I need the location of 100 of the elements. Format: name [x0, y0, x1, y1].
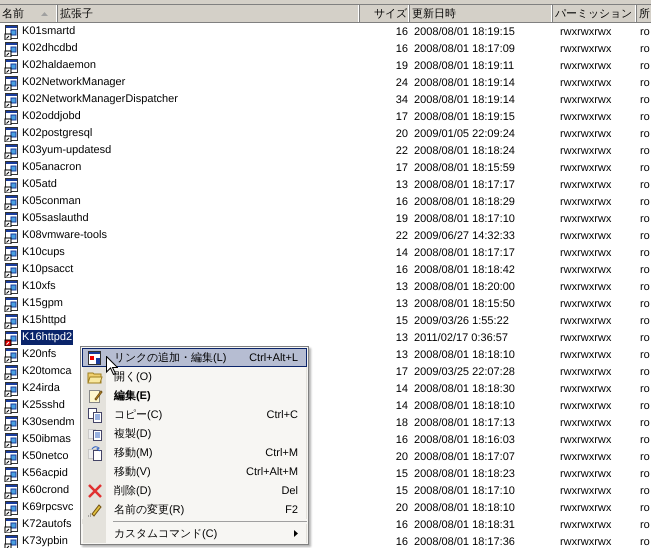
- file-name[interactable]: K03yum-updatesd: [21, 143, 112, 158]
- file-name[interactable]: K50netco: [21, 449, 70, 464]
- modified-cell-text: 2009/01/05 22:09:24: [413, 128, 516, 140]
- modified-cell-text: 2008/08/01 18:17:13: [413, 416, 516, 428]
- owner-cell-text: ro: [639, 348, 651, 360]
- modified-cell-text: 2008/08/01 18:17:36: [413, 536, 516, 548]
- owner-cell-text: ro: [639, 536, 651, 548]
- owner-cell-text: ro: [639, 94, 651, 106]
- column-header[interactable]: 更新日時: [410, 5, 553, 22]
- size-cell-text: 15: [394, 314, 409, 326]
- menu-item[interactable]: 編集(E): [82, 386, 307, 405]
- shortcut-label: Ctrl+C: [266, 408, 298, 420]
- owner-cell-text: ro: [639, 144, 651, 156]
- file-name[interactable]: K10psacct: [21, 262, 74, 277]
- permission-cell-text: rwxrwxrwx: [559, 382, 612, 394]
- size-cell-text: 16: [394, 264, 409, 276]
- owner-cell-text: ro: [639, 264, 651, 276]
- file-name[interactable]: K60crond: [21, 483, 70, 498]
- modified-cell-text: 2008/08/01 18:19:15: [413, 110, 516, 122]
- file-name[interactable]: K69rpcsvc: [21, 500, 74, 515]
- owner-cell-text: ro: [639, 178, 651, 190]
- column-header[interactable]: 拡張子: [58, 5, 360, 22]
- menu-item[interactable]: 移動(V) Ctrl+Alt+M: [82, 462, 307, 481]
- column-header[interactable]: パーミッション: [553, 5, 637, 22]
- modified-cell-text: 2008/08/01 18:18:31: [413, 518, 516, 530]
- permission-cell-text: rwxrwxrwx: [559, 400, 612, 412]
- permission-cell-text: rwxrwxrwx: [559, 42, 612, 54]
- owner-cell-text: ro: [639, 280, 651, 292]
- menu-item[interactable]: 開く(O): [82, 367, 307, 386]
- menu-item[interactable]: 移動(M) Ctrl+M: [82, 443, 307, 462]
- file-name[interactable]: K02NetworkManager: [21, 75, 126, 90]
- size-cell-text: 13: [394, 298, 409, 310]
- modified-cell-text: 2008/08/01 18:18:10: [413, 400, 516, 412]
- owner-cell-text: ro: [639, 434, 651, 446]
- copy-icon: [87, 406, 103, 422]
- file-name[interactable]: K05conman: [21, 194, 82, 209]
- owner-cell-text: ro: [639, 518, 651, 530]
- file-name[interactable]: K10xfs: [21, 279, 57, 294]
- modified-cell-text: 2008/08/01 18:18:24: [413, 144, 516, 156]
- shortcut-label: Del: [281, 484, 298, 496]
- owner-cell-text: ro: [639, 110, 651, 122]
- permission-cell-text: rwxrwxrwx: [559, 246, 612, 258]
- file-name[interactable]: K25sshd: [21, 398, 66, 413]
- file-name[interactable]: K02postgresql: [21, 126, 94, 141]
- menu-item[interactable]: 名前の変更(R) F2: [82, 500, 307, 519]
- size-cell-text: 19: [394, 212, 409, 224]
- menu-item[interactable]: 複製(D): [82, 424, 307, 443]
- menu-item[interactable]: カスタムコマンド(C): [82, 524, 307, 543]
- file-name[interactable]: K05anacron: [21, 160, 82, 175]
- file-name[interactable]: K02NetworkManagerDispatcher: [21, 92, 179, 107]
- permission-cell-text: rwxrwxrwx: [559, 280, 612, 292]
- size-cell-text: 16: [394, 518, 409, 530]
- file-name[interactable]: K73ypbin: [21, 534, 69, 548]
- modified-cell-text: 2008/08/01 18:15:50: [413, 298, 516, 310]
- size-cell-text: 20: [394, 502, 409, 514]
- size-cell-text: 20: [394, 450, 409, 462]
- file-name[interactable]: K20nfs: [21, 347, 58, 362]
- file-name[interactable]: K30sendm: [21, 415, 76, 430]
- column-header[interactable]: 名前: [0, 5, 58, 22]
- menu-item[interactable]: 削除(D) Del: [82, 481, 307, 500]
- owner-cell-text: ro: [639, 196, 651, 208]
- file-name[interactable]: K02dhcdbd: [21, 41, 79, 56]
- owner-cell-text: ro: [639, 60, 651, 72]
- owner-cell-text: ro: [639, 314, 651, 326]
- menu-item[interactable]: コピー(C) Ctrl+C: [82, 405, 307, 424]
- file-name[interactable]: K16httpd2: [21, 330, 74, 345]
- file-name[interactable]: K01smartd: [21, 24, 76, 39]
- file-name[interactable]: K50ibmas: [21, 432, 72, 447]
- file-name[interactable]: K15gpm: [21, 296, 64, 311]
- file-name[interactable]: K56acpid: [21, 466, 69, 481]
- file-name[interactable]: K08vmware-tools: [21, 228, 108, 243]
- permission-cell-text: rwxrwxrwx: [559, 162, 612, 174]
- file-name[interactable]: K15httpd: [21, 313, 68, 328]
- size-cell-text: 16: [394, 196, 409, 208]
- move-icon: [87, 444, 103, 460]
- file-name[interactable]: K20tomca: [21, 364, 73, 379]
- size-cell-text: 15: [394, 468, 409, 480]
- owner-cell-text: ro: [639, 76, 651, 88]
- file-name[interactable]: K24irda: [21, 381, 61, 396]
- file-name[interactable]: K05saslauthd: [21, 211, 90, 226]
- size-cell-text: 18: [394, 416, 409, 428]
- modified-cell-text: 2008/08/01 18:17:07: [413, 450, 516, 462]
- permission-cell-text: rwxrwxrwx: [559, 468, 612, 480]
- modified-cell-text: 2008/08/01 18:17:17: [413, 178, 516, 190]
- file-name[interactable]: K10cups: [21, 245, 66, 260]
- submenu-arrow-icon: [294, 530, 298, 537]
- file-name[interactable]: K05atd: [21, 177, 58, 192]
- menu-item[interactable]: リンクの追加・編集(L) Ctrl+Alt+L: [82, 348, 307, 367]
- shortcut-label: Ctrl+Alt+L: [249, 352, 298, 364]
- file-name[interactable]: K02oddjobd: [21, 109, 82, 124]
- size-cell-text: 15: [394, 484, 409, 496]
- size-cell-text: 22: [394, 144, 409, 156]
- size-cell-text: 19: [394, 60, 409, 72]
- file-name[interactable]: K02haldaemon: [21, 58, 98, 73]
- modified-cell-text: 2008/08/01 18:18:30: [413, 382, 516, 394]
- size-cell-text: 16: [394, 536, 409, 548]
- size-cell-text: 20: [394, 128, 409, 140]
- owner-cell-text: ro: [639, 332, 651, 344]
- shortcut-label: F2: [285, 504, 298, 516]
- file-name[interactable]: K72autofs: [21, 517, 73, 532]
